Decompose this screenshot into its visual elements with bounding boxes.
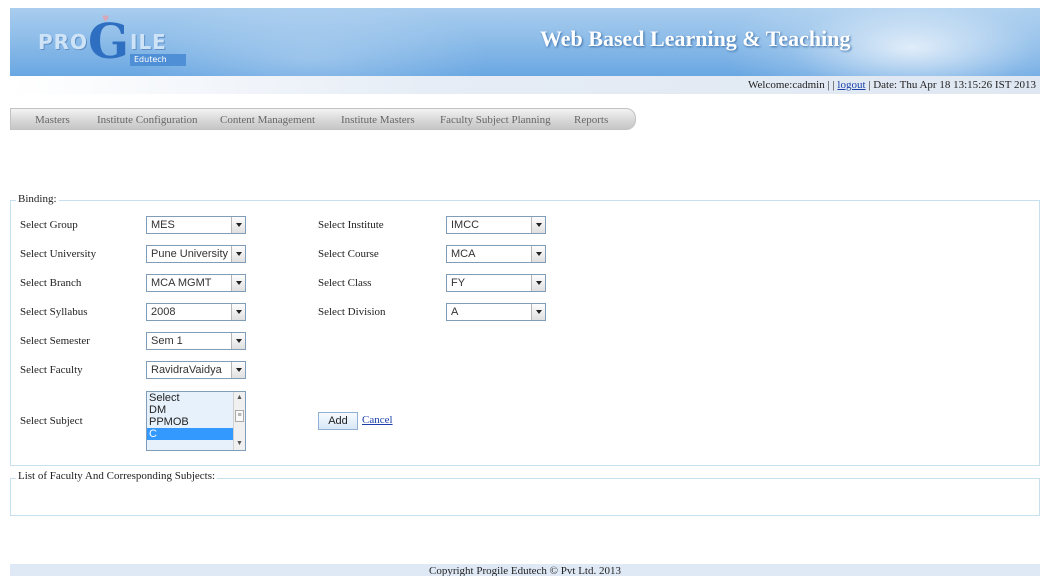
footer: Copyright Progile Edutech © Pvt Ltd. 201… — [10, 564, 1040, 576]
select-syllabus[interactable]: 2008 — [146, 303, 246, 321]
welcome-bar: Welcome:cadmin | | logout | Date: Thu Ap… — [10, 76, 1040, 94]
chevron-down-icon — [231, 362, 245, 378]
chevron-down-icon — [231, 217, 245, 233]
logo-edutech: Edutech — [130, 54, 186, 66]
nav-content-management[interactable]: Content Management — [220, 109, 315, 131]
scroll-thumb[interactable]: ≡ — [235, 410, 244, 422]
logout-link[interactable]: logout — [837, 79, 865, 91]
subject-option[interactable]: PPMOB — [147, 416, 245, 428]
label-select-semester: Select Semester — [20, 335, 90, 347]
select-class-value: FY — [451, 277, 466, 289]
date-text: | Date: Thu Apr 18 13:15:26 IST 2013 — [868, 79, 1036, 91]
chevron-down-icon — [531, 217, 545, 233]
select-class[interactable]: FY — [446, 274, 546, 292]
label-select-course: Select Course — [318, 248, 379, 260]
select-institute-value: IMCC — [451, 219, 480, 231]
select-institute[interactable]: IMCC — [446, 216, 546, 234]
nav-masters[interactable]: Masters — [35, 109, 70, 131]
label-select-university: Select University — [20, 248, 97, 260]
logo-ile: ILE — [130, 30, 167, 54]
select-division-value: A — [451, 306, 459, 318]
select-branch-value: MCA MGMT — [151, 277, 212, 289]
main-nav: Masters Institute Configuration Content … — [10, 108, 636, 130]
label-select-group: Select Group — [20, 219, 78, 231]
copyright-text: Copyright Progile Edutech © Pvt Ltd. 201… — [429, 565, 621, 576]
nav-institute-masters[interactable]: Institute Masters — [341, 109, 415, 131]
chevron-down-icon — [531, 246, 545, 262]
progile-logo: PRO ♥ G ILE Edutech — [38, 12, 213, 74]
logo-g: G — [88, 14, 129, 70]
subject-option-selected[interactable]: C — [147, 428, 245, 440]
select-university-value: Pune University — [151, 248, 229, 260]
nav-faculty-subject-planning[interactable]: Faculty Subject Planning — [440, 109, 551, 131]
select-group[interactable]: MES — [146, 216, 246, 234]
scroll-up-icon[interactable]: ▲ — [234, 393, 245, 403]
select-university[interactable]: Pune University — [146, 245, 246, 263]
listbox-scrollbar[interactable]: ▲ ≡ ▼ — [233, 392, 245, 450]
logo-pro: PRO — [38, 30, 89, 54]
nav-reports[interactable]: Reports — [574, 109, 608, 131]
cancel-link[interactable]: Cancel — [362, 414, 393, 426]
select-syllabus-value: 2008 — [151, 306, 176, 318]
label-select-syllabus: Select Syllabus — [20, 306, 88, 318]
header-banner: PRO ♥ G ILE Edutech Web Based Learning &… — [10, 8, 1040, 76]
select-semester-value: Sem 1 — [151, 335, 183, 347]
label-select-faculty: Select Faculty — [20, 364, 83, 376]
label-select-division: Select Division — [318, 306, 386, 318]
select-course-value: MCA — [451, 248, 476, 260]
faculty-subject-list-legend: List of Faculty And Corresponding Subjec… — [16, 470, 218, 482]
chevron-down-icon — [231, 333, 245, 349]
nav-institute-configuration[interactable]: Institute Configuration — [97, 109, 198, 131]
site-title: Web Based Learning & Teaching — [540, 26, 851, 51]
select-group-value: MES — [151, 219, 175, 231]
label-select-institute: Select Institute — [318, 219, 384, 231]
binding-legend: Binding: — [16, 193, 59, 205]
select-semester[interactable]: Sem 1 — [146, 332, 246, 350]
select-division[interactable]: A — [446, 303, 546, 321]
add-button[interactable]: Add — [318, 412, 358, 430]
chevron-down-icon — [231, 275, 245, 291]
label-select-subject: Select Subject — [20, 415, 83, 427]
scroll-down-icon[interactable]: ▼ — [234, 439, 245, 449]
select-faculty[interactable]: RavidraVaidya — [146, 361, 246, 379]
subject-option[interactable]: DM — [147, 404, 245, 416]
select-branch[interactable]: MCA MGMT — [146, 274, 246, 292]
label-select-branch: Select Branch — [20, 277, 82, 289]
label-select-class: Select Class — [318, 277, 372, 289]
faculty-subject-list-fieldset — [10, 478, 1040, 516]
subject-option[interactable]: Select — [147, 392, 245, 404]
chevron-down-icon — [531, 304, 545, 320]
chevron-down-icon — [231, 304, 245, 320]
select-course[interactable]: MCA — [446, 245, 546, 263]
chevron-down-icon — [231, 246, 245, 262]
chevron-down-icon — [531, 275, 545, 291]
select-faculty-value: RavidraVaidya — [151, 364, 222, 376]
welcome-text: Welcome:cadmin | | — [748, 79, 835, 91]
subject-listbox[interactable]: Select DM PPMOB C ▲ ≡ ▼ — [146, 391, 246, 451]
